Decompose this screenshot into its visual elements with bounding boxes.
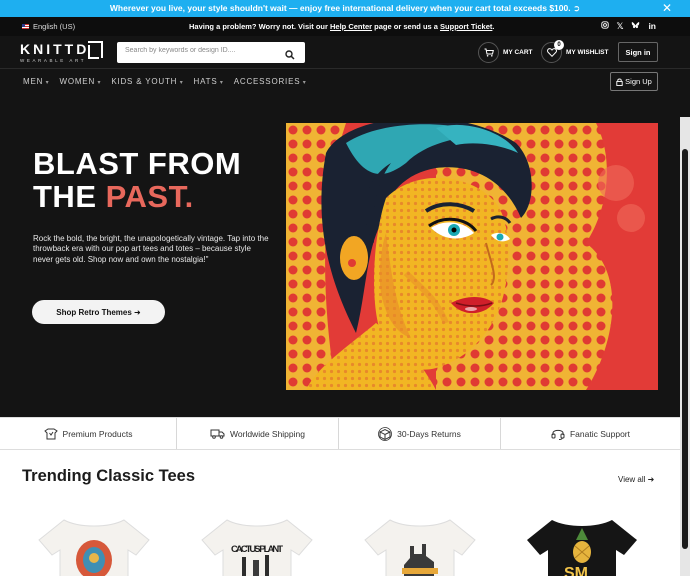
x-icon[interactable]: 𝕏 xyxy=(617,21,624,32)
bluesky-icon[interactable] xyxy=(631,21,640,32)
feature-worldwide-shipping: Worldwide Shipping xyxy=(177,418,339,449)
nav-item-hats[interactable]: HATS xyxy=(194,77,224,86)
cart-label: MY CART xyxy=(503,49,533,56)
hero-pop-art-image xyxy=(286,123,658,390)
social-links: 𝕏 in xyxy=(600,21,656,32)
nav-item-women[interactable]: WOMEN xyxy=(59,77,101,86)
support-ticket-link[interactable]: Support Ticket xyxy=(440,22,492,31)
scrollbar-thumb[interactable] xyxy=(682,149,688,549)
hero-title-line2: THE xyxy=(33,179,106,214)
truck-icon xyxy=(210,429,225,439)
feature-label: Fanatic Support xyxy=(569,428,630,439)
sign-in-button[interactable]: Sign in xyxy=(618,42,658,62)
lock-icon xyxy=(616,78,623,86)
features-strip: Premium Products Worldwide Shipping 30-D… xyxy=(0,417,680,450)
headset-icon xyxy=(551,429,565,440)
linkedin-icon[interactable]: in xyxy=(648,21,656,32)
language-selector[interactable]: English (US) xyxy=(22,22,75,31)
heart-icon: 0 xyxy=(541,40,564,63)
product-tee-2[interactable]: CACTUS PLANT xyxy=(187,510,327,576)
wishlist-button[interactable]: 0 MY WISHLIST xyxy=(541,40,609,63)
tee-print-text: CACTUS PLANT xyxy=(231,544,283,555)
help-suffix: . xyxy=(492,22,495,31)
logo-mark-icon xyxy=(88,41,103,59)
logo[interactable]: KNITTD WEARABLE ART xyxy=(20,41,108,65)
hero-description: Rock the bold, the bright, the unapologe… xyxy=(33,234,269,264)
feature-fanatic-support: Fanatic Support xyxy=(501,418,680,449)
tee-print-text: SM xyxy=(564,565,588,576)
shop-retro-themes-button[interactable]: Shop Retro Themes ➜ xyxy=(32,300,165,324)
utility-bar: English (US) Having a problem? Worry not… xyxy=(0,17,690,36)
premium-icon xyxy=(43,428,58,439)
hero-title-line1: BLAST FROM xyxy=(33,146,242,181)
cart-icon xyxy=(478,42,499,63)
return-box-icon xyxy=(378,426,393,441)
instagram-icon[interactable] xyxy=(600,21,609,32)
site-header: KNITTD WEARABLE ART MY CART 0 MY WISHLIS… xyxy=(0,36,690,68)
sign-up-button[interactable]: Sign Up xyxy=(610,72,658,91)
feature-label: Premium Products xyxy=(62,428,133,439)
product-tee-4[interactable]: SM xyxy=(512,510,652,576)
nav-item-kids-youth[interactable]: KIDS & YOUTH xyxy=(111,77,183,86)
help-center-link[interactable]: Help Center xyxy=(330,22,372,31)
trending-section: Trending Classic Tees View all ➜ CACTUS … xyxy=(0,450,680,576)
help-message: Having a problem? Worry not. Visit our H… xyxy=(189,22,495,31)
feature-returns: 30-Days Returns xyxy=(339,418,501,449)
promo-text: Wherever you live, your style shouldn't … xyxy=(109,3,581,13)
wishlist-label: MY WISHLIST xyxy=(566,49,609,56)
hero-section: BLAST FROM THE PAST. Rock the bold, the … xyxy=(0,117,680,417)
view-all-link[interactable]: View all ➜ xyxy=(618,475,654,484)
help-prefix: Having a problem? Worry not. Visit our xyxy=(189,22,330,31)
page-scrollbar[interactable] xyxy=(680,117,690,576)
language-label: English (US) xyxy=(33,22,76,31)
wishlist-count-badge: 0 xyxy=(554,40,564,50)
sign-up-label: Sign Up xyxy=(625,77,652,86)
main-nav: MEN WOMEN KIDS & YOUTH HATS ACCESSORIES … xyxy=(0,68,690,117)
promo-banner[interactable]: Wherever you live, your style shouldn't … xyxy=(0,0,690,17)
cart-button[interactable]: MY CART xyxy=(478,42,533,63)
product-tee-1[interactable] xyxy=(24,510,164,576)
nav-item-men[interactable]: MEN xyxy=(23,77,49,86)
search-input[interactable] xyxy=(125,47,275,54)
help-middle: page or send us a xyxy=(372,22,441,31)
product-tee-3[interactable] xyxy=(350,510,490,576)
feature-label: Worldwide Shipping xyxy=(230,428,305,439)
section-title: Trending Classic Tees xyxy=(22,467,196,485)
search-box xyxy=(117,42,305,63)
close-icon[interactable]: ✕ xyxy=(662,1,672,15)
nav-item-accessories[interactable]: ACCESSORIES xyxy=(234,77,307,86)
hero-title-accent: PAST. xyxy=(105,179,194,214)
feature-premium-products: Premium Products xyxy=(0,418,177,449)
feature-label: 30-Days Returns xyxy=(397,428,461,439)
us-flag-icon xyxy=(22,24,29,29)
hero-title: BLAST FROM THE PAST. xyxy=(33,147,241,213)
search-icon[interactable] xyxy=(285,47,295,65)
